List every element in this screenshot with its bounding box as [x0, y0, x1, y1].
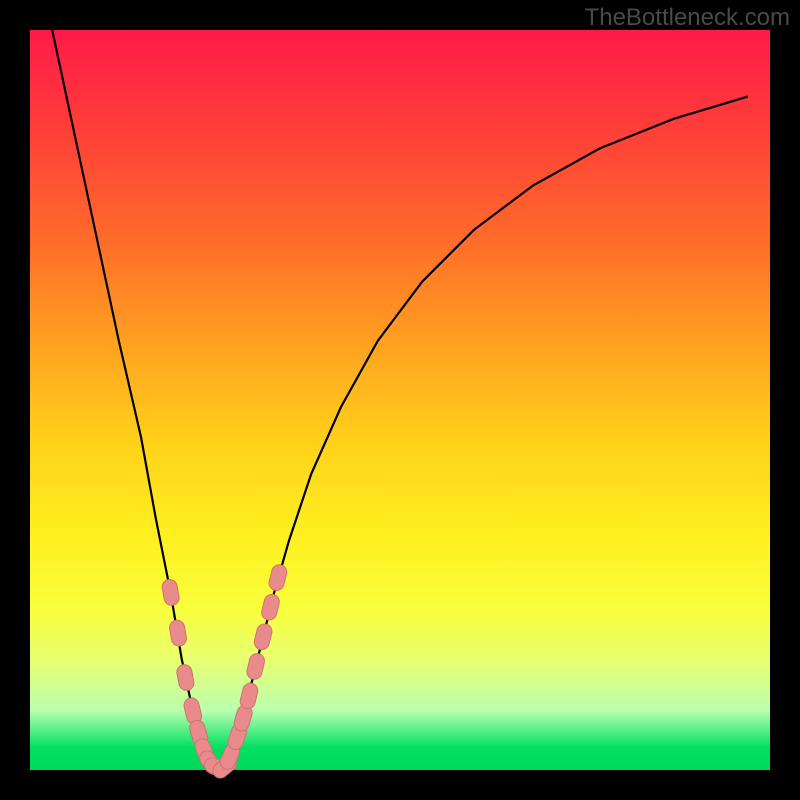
curve-marker [253, 622, 274, 651]
chart-frame: TheBottleneck.com [0, 0, 800, 800]
curve-marker [260, 593, 281, 622]
plot-area [30, 30, 770, 770]
curve-marker [161, 578, 180, 606]
bottleneck-curve-svg [30, 30, 770, 770]
curve-marker [239, 682, 260, 711]
curve-marker [168, 619, 187, 647]
bottleneck-curve [52, 30, 748, 767]
watermark-text: TheBottleneck.com [585, 4, 790, 32]
curve-marker [245, 652, 266, 681]
marker-layer [161, 563, 288, 781]
curve-layer [52, 30, 748, 767]
curve-marker [176, 663, 196, 691]
curve-marker [267, 563, 288, 592]
